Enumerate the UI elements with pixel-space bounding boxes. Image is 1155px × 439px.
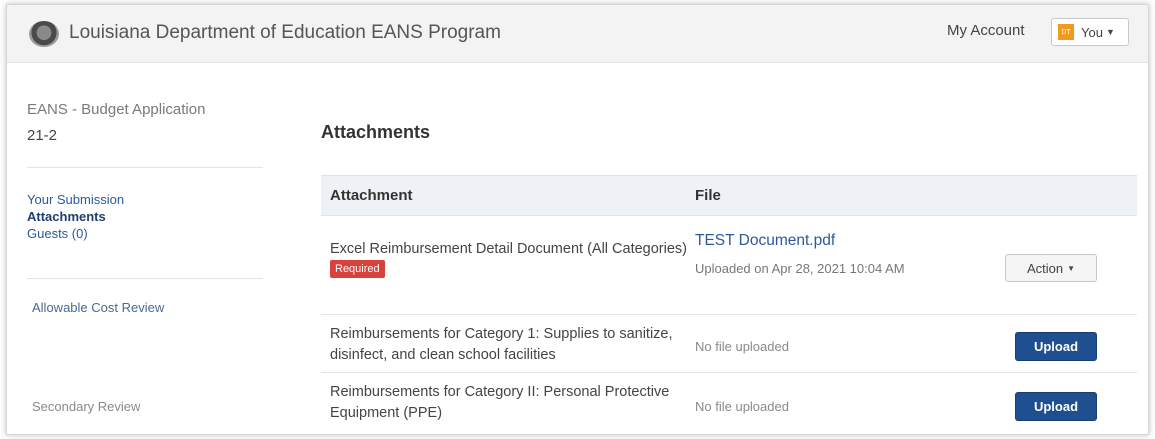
action-cell: Upload bbox=[975, 315, 1137, 372]
upload-button[interactable]: Upload bbox=[1015, 332, 1097, 361]
user-menu-label: You bbox=[1081, 24, 1103, 40]
required-badge: Required bbox=[330, 260, 385, 278]
file-link[interactable]: TEST Document.pdf bbox=[695, 232, 975, 250]
page-title: Attachments bbox=[321, 122, 431, 142]
caret-down-icon: ▼ bbox=[1067, 263, 1076, 273]
table-row: Excel Reimbursement Detail Document (All… bbox=[321, 215, 1137, 314]
application-id: 21-2 bbox=[27, 127, 58, 144]
file-cell: No file uploaded bbox=[695, 315, 975, 372]
table-row: Reimbursements for Category II: Personal… bbox=[321, 372, 1137, 432]
attachment-cell: Excel Reimbursement Detail Document (All… bbox=[321, 216, 695, 314]
action-cell: Upload bbox=[975, 373, 1137, 432]
sidebar: EANS - Budget Application 21-2 Your Subm… bbox=[27, 101, 263, 414]
file-status: No file uploaded bbox=[695, 399, 789, 414]
uploaded-timestamp: Uploaded on Apr 28, 2021 10:04 AM bbox=[695, 261, 905, 276]
action-dropdown-button[interactable]: Action ▼ bbox=[1005, 254, 1097, 282]
attachment-name: Reimbursements for Category II: Personal… bbox=[330, 384, 670, 421]
my-account-link[interactable]: My Account bbox=[947, 22, 1025, 39]
file-cell: TEST Document.pdf Uploaded on Apr 28, 20… bbox=[695, 216, 975, 314]
sidebar-item-secondary-review: Secondary Review bbox=[32, 399, 141, 414]
app-window: Louisiana Department of Education EANS P… bbox=[6, 4, 1149, 435]
user-menu-button[interactable]: DT You ▼ bbox=[1051, 18, 1129, 46]
column-header-file: File bbox=[695, 187, 721, 204]
sidebar-item-allowable-cost-review[interactable]: Allowable Cost Review bbox=[32, 298, 164, 397]
sidebar-nav: Your Submission Attachments Guests (0) bbox=[27, 191, 124, 242]
sidebar-item-attachments[interactable]: Attachments bbox=[27, 208, 124, 225]
application-name: EANS - Budget Application bbox=[27, 101, 206, 118]
attachment-name: Excel Reimbursement Detail Document (All… bbox=[330, 241, 687, 257]
attachment-name: Reimbursements for Category 1: Supplies … bbox=[330, 326, 673, 363]
sidebar-item-guests[interactable]: Guests (0) bbox=[27, 225, 124, 242]
sidebar-divider bbox=[27, 167, 263, 168]
table-header: Attachment File bbox=[321, 175, 1137, 215]
file-cell: No file uploaded bbox=[695, 373, 975, 432]
louisiana-seal-icon bbox=[29, 21, 59, 47]
upload-button[interactable]: Upload bbox=[1015, 392, 1097, 421]
sidebar-item-your-submission[interactable]: Your Submission bbox=[27, 191, 124, 208]
file-status: No file uploaded bbox=[695, 339, 789, 354]
top-navbar: Louisiana Department of Education EANS P… bbox=[7, 5, 1148, 63]
action-cell: Action ▼ bbox=[975, 216, 1137, 314]
sidebar-divider bbox=[27, 278, 263, 279]
review-list: Allowable Cost Review Secondary Review bbox=[32, 298, 164, 434]
caret-down-icon: ▼ bbox=[1105, 27, 1115, 37]
table-row: Reimbursements for Category 1: Supplies … bbox=[321, 314, 1137, 372]
column-header-attachment: Attachment bbox=[330, 187, 413, 204]
action-button-label: Action bbox=[1026, 260, 1064, 276]
app-title[interactable]: Louisiana Department of Education EANS P… bbox=[69, 22, 501, 44]
avatar: DT bbox=[1058, 24, 1074, 40]
attachments-table: Attachment File Excel Reimbursement Deta… bbox=[321, 175, 1137, 432]
